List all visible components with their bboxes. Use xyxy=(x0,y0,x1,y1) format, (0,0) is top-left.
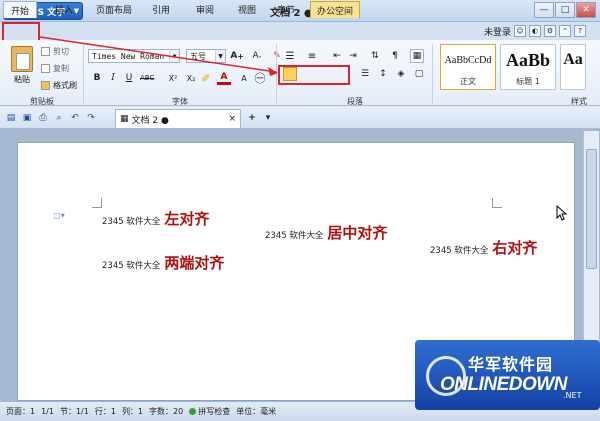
status-page-of: 1/1 xyxy=(41,407,54,416)
close-tab-icon[interactable]: × xyxy=(228,114,236,124)
watermark-en: ONLINEDOWN xyxy=(440,374,567,395)
line-text-big: 两端对齐 xyxy=(164,254,225,272)
line-text-small: 2345 软件大全 xyxy=(102,217,161,227)
spell-check-label: 拼写检查 xyxy=(198,407,231,416)
status-line: 行：1 xyxy=(94,407,116,416)
status-words: 字数：20 xyxy=(149,407,184,416)
margin-mark xyxy=(92,198,102,208)
watermark-tld: .NET xyxy=(563,391,582,400)
watermark-cn: 华军软件园 xyxy=(468,355,554,374)
status-section: 节：1/1 xyxy=(59,407,89,416)
redo-icon[interactable]: ↷ xyxy=(85,112,97,124)
line-text-small: 2345 软件大全 xyxy=(102,261,161,271)
line-text-big: 右对齐 xyxy=(492,239,538,257)
document-tab-label: 文档 2 ● xyxy=(131,115,169,126)
chevron-down-icon[interactable]: ▾ xyxy=(262,112,274,124)
status-page: 页面：1 xyxy=(6,407,36,416)
line-text-small: 2345 软件大全 xyxy=(430,246,489,256)
arrow-line xyxy=(39,36,277,73)
status-unit[interactable]: 单位：毫米 xyxy=(236,406,276,417)
spell-check-toggle[interactable]: 拼写检查 xyxy=(189,406,230,417)
line-text-small: 2345 软件大全 xyxy=(265,231,324,241)
preview-icon[interactable]: ⌕ xyxy=(53,112,65,124)
status-column: 列：1 xyxy=(121,407,144,416)
doc-line-center: 2345 软件大全 居中对齐 xyxy=(265,222,387,243)
print-icon[interactable]: ⎙ xyxy=(37,112,49,124)
undo-icon[interactable]: ↶ xyxy=(69,112,81,124)
document-tab[interactable]: ▦ 文档 2 ● × xyxy=(115,109,241,128)
margin-mark xyxy=(492,198,502,208)
scrollbar-thumb[interactable] xyxy=(586,149,597,269)
line-text-big: 左对齐 xyxy=(164,210,210,228)
save-icon[interactable]: ▣ xyxy=(21,112,33,124)
doc-line-right: 2345 软件大全 右对齐 xyxy=(430,237,537,258)
doc-line-justify: 2345 软件大全 两端对齐 xyxy=(102,252,224,273)
paragraph-handle-icon[interactable]: ▢▾ xyxy=(52,208,66,222)
document-icon: ▦ xyxy=(120,114,129,124)
line-text-big: 居中对齐 xyxy=(327,224,388,242)
new-tab-button[interactable]: + xyxy=(246,112,258,124)
doc-line-left: 2345 软件大全 左对齐 xyxy=(102,208,209,229)
arrow-head xyxy=(268,67,278,76)
spell-status-icon xyxy=(189,408,197,415)
cursor-shape xyxy=(556,205,568,221)
mouse-cursor-icon xyxy=(556,205,568,221)
open-folder-icon[interactable]: ▤ xyxy=(5,112,17,124)
